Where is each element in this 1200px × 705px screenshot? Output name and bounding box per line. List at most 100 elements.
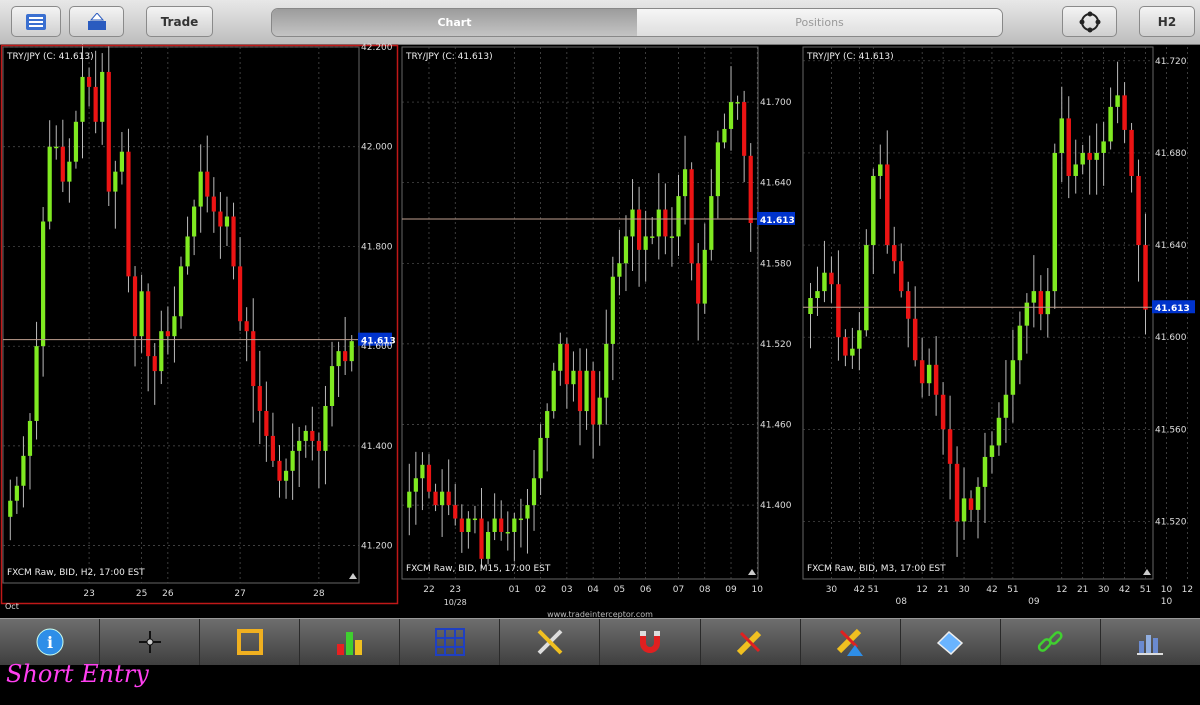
candle-up bbox=[54, 146, 59, 149]
candle-down bbox=[968, 498, 974, 510]
x-sub-label: 08 bbox=[895, 597, 907, 607]
x-tick-label: 12 bbox=[1182, 585, 1193, 595]
candle-up bbox=[485, 531, 491, 559]
x-tick-label: 05 bbox=[614, 585, 625, 595]
candle-up bbox=[80, 76, 85, 122]
candle-up bbox=[709, 196, 714, 250]
candle-up bbox=[1003, 394, 1009, 418]
candle-up bbox=[27, 420, 33, 456]
layout-button[interactable] bbox=[400, 619, 501, 665]
candle-down bbox=[165, 331, 170, 337]
candle-down bbox=[60, 146, 65, 182]
candle-down bbox=[1038, 291, 1044, 315]
y-tick-label: 42.200 bbox=[361, 43, 393, 53]
grid-icon bbox=[434, 628, 465, 656]
candle-up bbox=[323, 405, 328, 451]
candle-down bbox=[1066, 118, 1071, 176]
link-button[interactable] bbox=[1001, 619, 1101, 665]
ruler-button[interactable] bbox=[200, 619, 301, 665]
candle-up bbox=[850, 348, 855, 356]
candle-up bbox=[722, 128, 727, 143]
eraser-icon bbox=[937, 630, 964, 656]
settings-button[interactable] bbox=[500, 619, 601, 665]
candle-down bbox=[479, 518, 484, 559]
candle-up bbox=[492, 518, 497, 532]
y-tick-label: 41.640 bbox=[1155, 241, 1187, 251]
candle-up bbox=[329, 366, 335, 406]
candle-down bbox=[426, 464, 432, 492]
candle-down bbox=[919, 360, 925, 384]
indicators-button[interactable] bbox=[300, 619, 401, 665]
draw-button[interactable] bbox=[701, 619, 801, 665]
candle-up bbox=[597, 397, 602, 425]
y-tick-label: 41.460 bbox=[760, 421, 792, 431]
crosshair-icon bbox=[138, 631, 161, 653]
x-sub-label: 10/28 bbox=[444, 598, 467, 607]
candle-down bbox=[146, 291, 151, 357]
candle-up bbox=[119, 151, 125, 172]
candle-up bbox=[1108, 106, 1113, 142]
candle-up bbox=[192, 206, 197, 237]
x-tick-label: 02 bbox=[535, 585, 546, 595]
eraser-button[interactable] bbox=[901, 619, 1001, 665]
x-tick-label: 07 bbox=[673, 585, 684, 595]
candle-up bbox=[975, 486, 981, 510]
candle-up bbox=[440, 491, 445, 506]
chart-footer: FXCM Raw, BID, M15, 17:00 EST bbox=[406, 564, 551, 574]
candle-down bbox=[264, 410, 269, 436]
candle-down bbox=[499, 518, 504, 532]
candle-down bbox=[218, 211, 223, 227]
candle-up bbox=[113, 171, 118, 192]
candle-up bbox=[472, 518, 478, 521]
candle-up bbox=[413, 478, 418, 492]
x-tick-label: 06 bbox=[640, 585, 652, 595]
x-tick-label: 51 bbox=[1140, 585, 1151, 595]
candle-up bbox=[551, 370, 556, 412]
tools-icon bbox=[537, 629, 563, 655]
candle-up bbox=[610, 276, 615, 344]
candle-up bbox=[512, 518, 517, 532]
candle-up bbox=[505, 531, 510, 534]
candle-up bbox=[67, 161, 72, 182]
draw-alert-button[interactable] bbox=[801, 619, 901, 665]
candle-down bbox=[564, 343, 569, 385]
bar-chart-icon bbox=[336, 632, 362, 655]
candle-up bbox=[100, 71, 105, 122]
crosshair-button[interactable] bbox=[100, 619, 201, 665]
candle-up bbox=[702, 249, 707, 304]
candle-down bbox=[86, 76, 92, 87]
candle-up bbox=[864, 245, 869, 331]
candle-up bbox=[669, 236, 675, 238]
x-tick-label: 12 bbox=[1056, 585, 1067, 595]
x-tick-label: 51 bbox=[1007, 585, 1018, 595]
share-button[interactable] bbox=[1101, 619, 1200, 665]
x-tick-label: 04 bbox=[587, 585, 599, 595]
candle-down bbox=[591, 370, 596, 425]
chart-footer: FXCM Raw, BID, H2, 17:00 EST bbox=[7, 568, 145, 578]
candle-down bbox=[237, 266, 243, 322]
candle-down bbox=[892, 245, 897, 262]
candle-up bbox=[926, 364, 932, 384]
chart-panel-2[interactable] bbox=[401, 46, 795, 580]
candle-up bbox=[290, 450, 295, 471]
candle-down bbox=[898, 261, 904, 292]
x-sub-label: 09 bbox=[1028, 597, 1040, 607]
candle-down bbox=[829, 272, 834, 285]
candle-up bbox=[1045, 291, 1051, 315]
svg-text:i: i bbox=[46, 633, 52, 652]
candle-up bbox=[989, 445, 995, 457]
x-tick-label: 51 bbox=[868, 585, 879, 595]
x-tick-label: 09 bbox=[725, 585, 737, 595]
candle-up bbox=[538, 437, 543, 479]
chart-panel-1[interactable] bbox=[0, 41, 399, 605]
chart-panel-3[interactable] bbox=[802, 46, 1195, 580]
candle-up bbox=[172, 316, 177, 337]
x-tick-label: 12 bbox=[916, 585, 927, 595]
candle-up bbox=[682, 169, 688, 197]
info-button[interactable]: i bbox=[0, 619, 101, 665]
ruler-icon bbox=[236, 629, 263, 655]
y-tick-label: 41.680 bbox=[1155, 149, 1187, 159]
x-sub-label: 10 bbox=[1161, 597, 1173, 607]
magnet-button[interactable] bbox=[600, 619, 701, 665]
candle-up bbox=[656, 209, 661, 237]
